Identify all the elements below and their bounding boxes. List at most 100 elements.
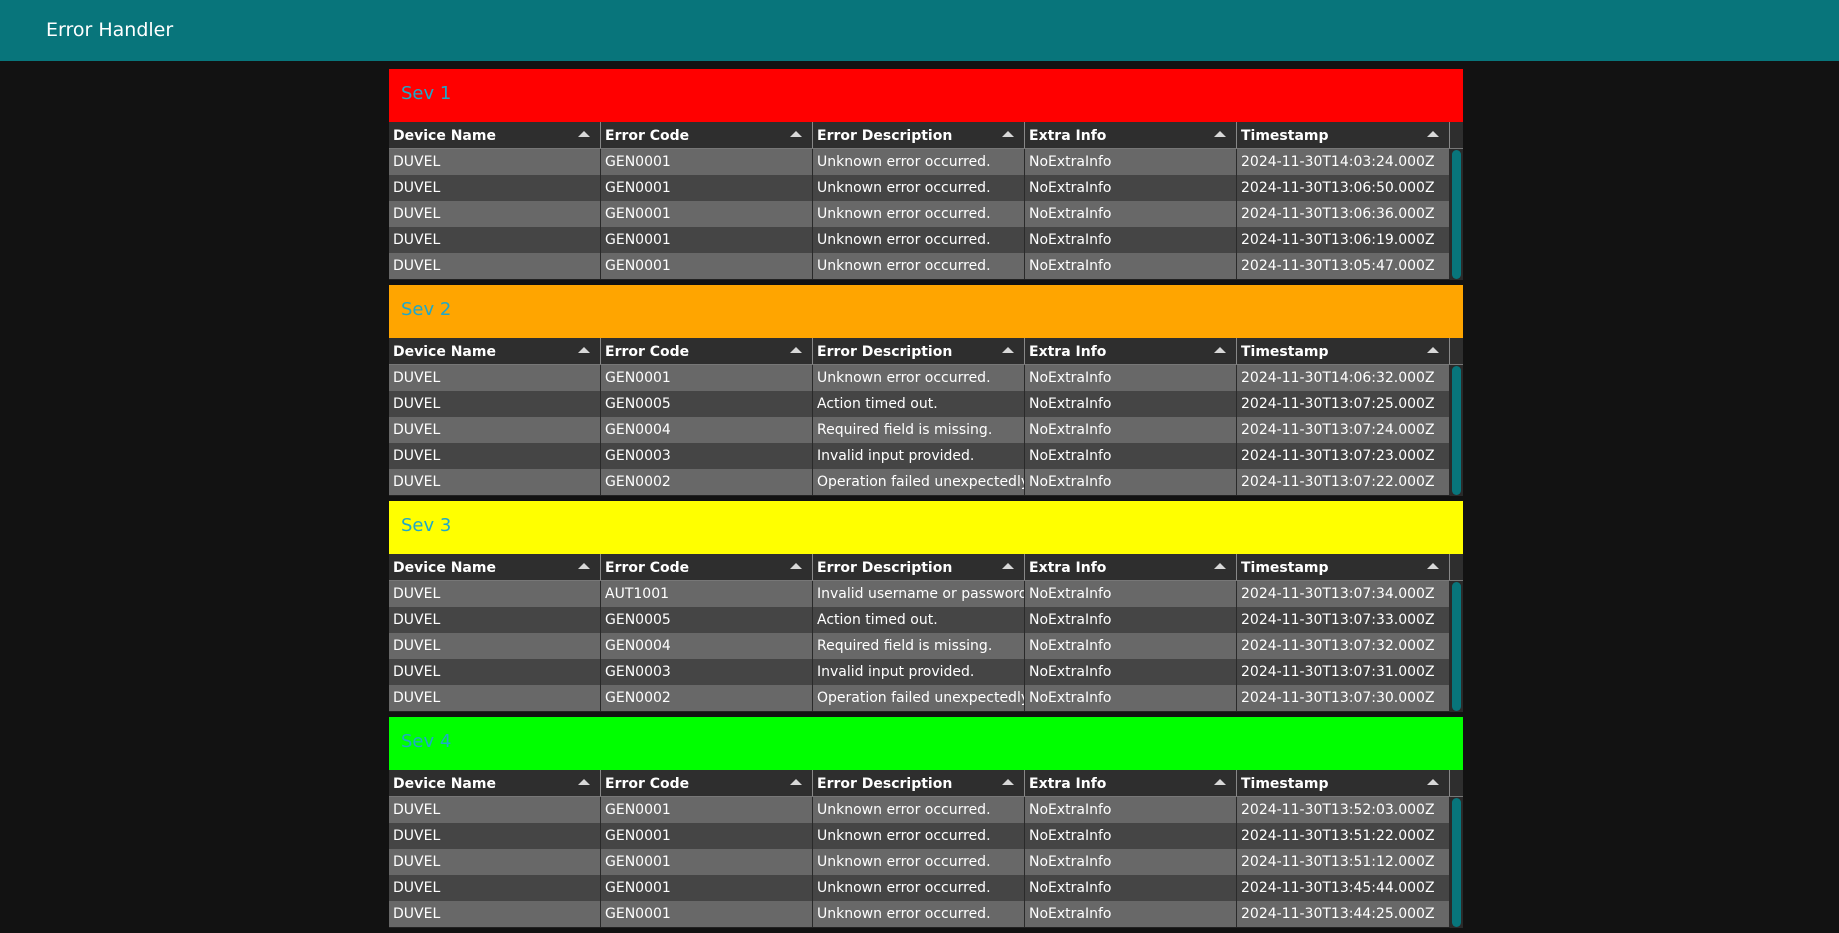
sort-ascending-icon[interactable]	[1002, 347, 1014, 353]
severity-header: Sev 2	[389, 285, 1463, 338]
sort-ascending-icon[interactable]	[578, 131, 590, 137]
cell-device-name: DUVEL	[389, 417, 601, 443]
cell-error-code: GEN0002	[601, 469, 813, 495]
header-scroll-spacer	[1450, 338, 1463, 364]
sort-ascending-icon[interactable]	[790, 131, 802, 137]
table-row[interactable]: DUVEL GEN0001 Unknown error occurred. NoExt…	[389, 901, 1463, 927]
table-row[interactable]: DUVEL GEN0001 Unknown error occurred. NoExt…	[389, 875, 1463, 901]
column-header-error-code[interactable]: Error Code	[601, 554, 813, 580]
table-row[interactable]: DUVEL AUT1001 Invalid username or password…	[389, 581, 1463, 607]
sort-ascending-icon[interactable]	[1002, 131, 1014, 137]
column-header-error-description[interactable]: Error Description	[813, 770, 1025, 796]
error-grid: Device Name Error Code Error Description Ex…	[389, 338, 1463, 496]
table-row[interactable]: DUVEL GEN0002 Operation failed unexpectedl…	[389, 469, 1463, 495]
table-row[interactable]: DUVEL GEN0001 Unknown error occurred. NoExt…	[389, 201, 1463, 227]
vertical-scrollbar[interactable]	[1450, 581, 1463, 712]
sort-ascending-icon[interactable]	[578, 563, 590, 569]
sort-ascending-icon[interactable]	[1427, 779, 1439, 785]
column-header-timestamp[interactable]: Timestamp	[1237, 554, 1450, 580]
table-row[interactable]: DUVEL GEN0002 Operation failed unexpectedl…	[389, 685, 1463, 711]
column-header-extra-info[interactable]: Extra Info	[1025, 770, 1237, 796]
table-row[interactable]: DUVEL GEN0005 Action timed out. NoExtraInfo…	[389, 391, 1463, 417]
table-row[interactable]: DUVEL GEN0001 Unknown error occurred. NoExt…	[389, 227, 1463, 253]
column-header-label: Device Name	[393, 344, 496, 360]
column-header-device-name[interactable]: Device Name	[389, 338, 601, 364]
sort-ascending-icon[interactable]	[578, 347, 590, 353]
cell-timestamp: 2024-11-30T13:07:22.000Z	[1237, 469, 1450, 495]
vertical-scrollbar[interactable]	[1450, 365, 1463, 496]
cell-device-name: DUVEL	[389, 175, 601, 201]
column-header-error-description[interactable]: Error Description	[813, 122, 1025, 148]
column-header-device-name[interactable]: Device Name	[389, 554, 601, 580]
column-header-label: Error Description	[817, 128, 953, 144]
cell-error-description: Unknown error occurred.	[813, 201, 1025, 227]
sort-ascending-icon[interactable]	[1002, 563, 1014, 569]
cell-error-code: GEN0003	[601, 443, 813, 469]
sort-ascending-icon[interactable]	[1427, 131, 1439, 137]
table-row[interactable]: DUVEL GEN0001 Unknown error occurred. NoExt…	[389, 365, 1463, 391]
scrollbar-thumb[interactable]	[1452, 150, 1461, 279]
table-row[interactable]: DUVEL GEN0003 Invalid input provided. NoExt…	[389, 659, 1463, 685]
cell-timestamp: 2024-11-30T13:51:12.000Z	[1237, 849, 1450, 875]
cell-extra-info: NoExtraInfo	[1025, 659, 1237, 685]
severity-panel-3: Sev 3 Device Name Error Code Error Descript…	[389, 501, 1463, 712]
column-header-timestamp[interactable]: Timestamp	[1237, 338, 1450, 364]
table-row[interactable]: DUVEL GEN0004 Required field is missing. No…	[389, 633, 1463, 659]
severity-panel-4: Sev 4 Device Name Error Code Error Descript…	[389, 717, 1463, 928]
vertical-scrollbar[interactable]	[1450, 149, 1463, 280]
cell-error-code: GEN0001	[601, 901, 813, 927]
scrollbar-thumb[interactable]	[1452, 582, 1461, 711]
table-row[interactable]: DUVEL GEN0003 Invalid input provided. NoExt…	[389, 443, 1463, 469]
table-row[interactable]: DUVEL GEN0001 Unknown error occurred. NoExt…	[389, 797, 1463, 823]
column-header-label: Device Name	[393, 128, 496, 144]
column-header-error-description[interactable]: Error Description	[813, 554, 1025, 580]
column-header-timestamp[interactable]: Timestamp	[1237, 770, 1450, 796]
sort-ascending-icon[interactable]	[578, 779, 590, 785]
column-header-timestamp[interactable]: Timestamp	[1237, 122, 1450, 148]
cell-error-description: Unknown error occurred.	[813, 175, 1025, 201]
column-header-error-description[interactable]: Error Description	[813, 338, 1025, 364]
column-header-extra-info[interactable]: Extra Info	[1025, 122, 1237, 148]
cell-error-description: Unknown error occurred.	[813, 797, 1025, 823]
column-header-error-code[interactable]: Error Code	[601, 770, 813, 796]
sort-ascending-icon[interactable]	[790, 779, 802, 785]
column-header-device-name[interactable]: Device Name	[389, 770, 601, 796]
column-header-label: Device Name	[393, 560, 496, 576]
sort-ascending-icon[interactable]	[790, 563, 802, 569]
vertical-scrollbar[interactable]	[1450, 797, 1463, 928]
sort-ascending-icon[interactable]	[1002, 779, 1014, 785]
table-row[interactable]: DUVEL GEN0004 Required field is missing. No…	[389, 417, 1463, 443]
table-row[interactable]: DUVEL GEN0005 Action timed out. NoExtraInfo…	[389, 607, 1463, 633]
cell-device-name: DUVEL	[389, 685, 601, 711]
sort-ascending-icon[interactable]	[1214, 779, 1226, 785]
column-header-error-code[interactable]: Error Code	[601, 338, 813, 364]
grid-body: DUVEL AUT1001 Invalid username or password…	[389, 581, 1463, 711]
column-header-device-name[interactable]: Device Name	[389, 122, 601, 148]
cell-timestamp: 2024-11-30T13:07:34.000Z	[1237, 581, 1450, 607]
scrollbar-thumb[interactable]	[1452, 366, 1461, 495]
cell-extra-info: NoExtraInfo	[1025, 227, 1237, 253]
sort-ascending-icon[interactable]	[1427, 347, 1439, 353]
table-row[interactable]: DUVEL GEN0001 Unknown error occurred. NoExt…	[389, 823, 1463, 849]
column-header-extra-info[interactable]: Extra Info	[1025, 554, 1237, 580]
scrollbar-thumb[interactable]	[1452, 798, 1461, 927]
table-row[interactable]: DUVEL GEN0001 Unknown error occurred. NoExt…	[389, 253, 1463, 279]
column-header-label: Error Description	[817, 344, 953, 360]
table-row[interactable]: DUVEL GEN0001 Unknown error occurred. NoExt…	[389, 149, 1463, 175]
column-header-extra-info[interactable]: Extra Info	[1025, 338, 1237, 364]
table-row[interactable]: DUVEL GEN0001 Unknown error occurred. NoExt…	[389, 849, 1463, 875]
sort-ascending-icon[interactable]	[1214, 347, 1226, 353]
column-header-label: Extra Info	[1029, 344, 1107, 360]
cell-error-description: Invalid username or password.	[813, 581, 1025, 607]
sort-ascending-icon[interactable]	[1427, 563, 1439, 569]
sort-ascending-icon[interactable]	[1214, 563, 1226, 569]
sort-ascending-icon[interactable]	[790, 347, 802, 353]
cell-error-description: Unknown error occurred.	[813, 365, 1025, 391]
sort-ascending-icon[interactable]	[1214, 131, 1226, 137]
cell-timestamp: 2024-11-30T13:07:31.000Z	[1237, 659, 1450, 685]
column-header-error-code[interactable]: Error Code	[601, 122, 813, 148]
cell-extra-info: NoExtraInfo	[1025, 417, 1237, 443]
table-row[interactable]: DUVEL GEN0001 Unknown error occurred. NoExt…	[389, 175, 1463, 201]
cell-error-code: AUT1001	[601, 581, 813, 607]
cell-error-code: GEN0003	[601, 659, 813, 685]
